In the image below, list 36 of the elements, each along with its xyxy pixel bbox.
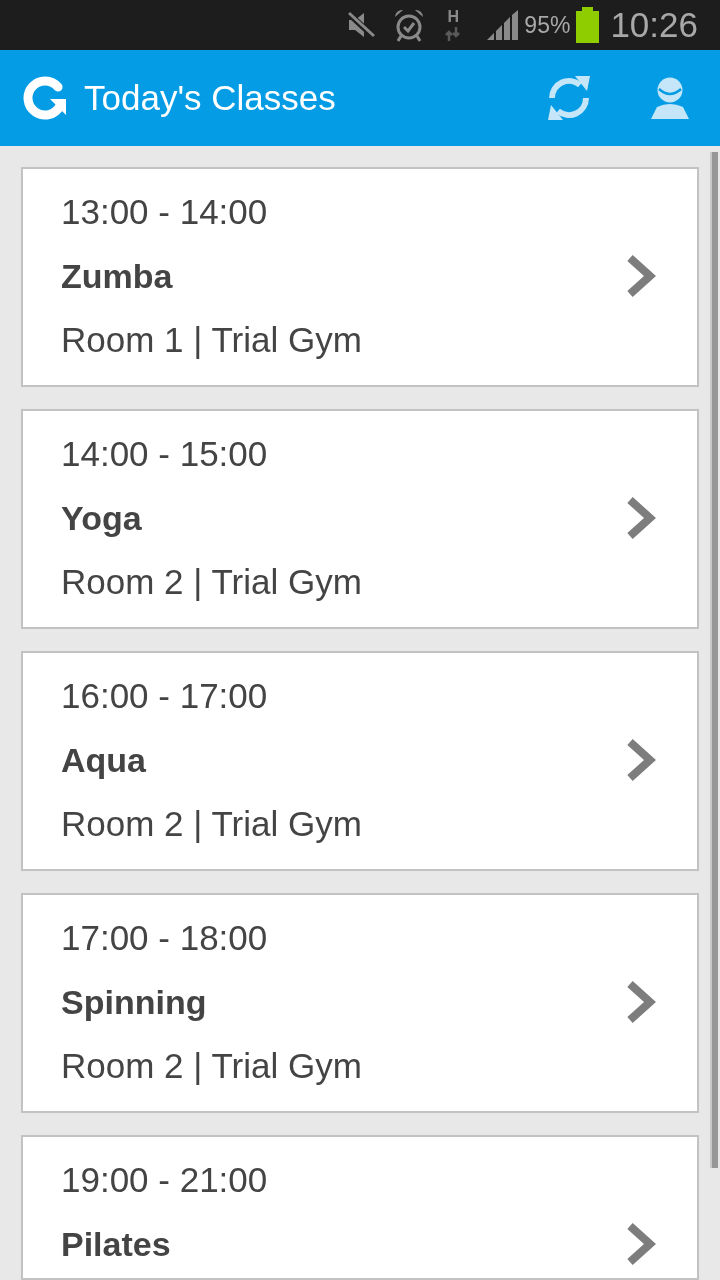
class-location: Room 1 | Trial Gym [61,319,363,361]
class-name: Yoga [61,498,142,539]
screen-title: Today's Classes [84,77,336,119]
alarm-clock-icon [393,8,426,42]
class-location: Room 2 | Trial Gym [61,803,363,845]
class-name: Pilates [61,1224,171,1265]
class-card[interactable]: 17:00 - 18:00 Spinning Room 2 | Trial Gym [21,893,699,1113]
chevron-right-icon [626,254,656,298]
class-time: 19:00 - 21:00 [61,1159,269,1201]
class-card[interactable]: 16:00 - 17:00 Aqua Room 2 | Trial Gym [21,651,699,871]
class-time: 16:00 - 17:00 [61,675,269,717]
clock-time: 10:26 [610,5,698,45]
battery-percent: 95% [524,11,571,39]
chevron-right-icon [626,496,656,540]
class-location: Room 2 | Trial Gym [61,1045,363,1087]
chevron-right-icon [626,980,656,1024]
class-time: 14:00 - 15:00 [61,433,269,475]
class-card[interactable]: 14:00 - 15:00 Yoga Room 2 | Trial Gym [21,409,699,629]
class-name: Aqua [61,740,146,781]
signal-icon [487,10,521,40]
class-card[interactable]: 19:00 - 21:00 Pilates [21,1135,699,1280]
refresh-icon[interactable] [546,73,592,123]
class-card[interactable]: 13:00 - 14:00 Zumba Room 1 | Trial Gym [21,167,699,387]
user-profile-icon[interactable] [651,77,689,119]
class-name: Spinning [61,982,207,1023]
class-time: 17:00 - 18:00 [61,917,269,959]
class-location: Room 2 | Trial Gym [61,561,363,603]
chevron-right-icon [626,1222,656,1266]
class-name: Zumba [61,256,173,297]
chevron-right-icon [626,738,656,782]
data-arrows-icon [445,26,462,41]
battery-icon [576,7,600,43]
mute-icon [346,10,377,40]
app-logo-icon[interactable] [22,75,66,121]
network-type-label: H [447,9,460,24]
class-time: 13:00 - 14:00 [61,191,269,233]
